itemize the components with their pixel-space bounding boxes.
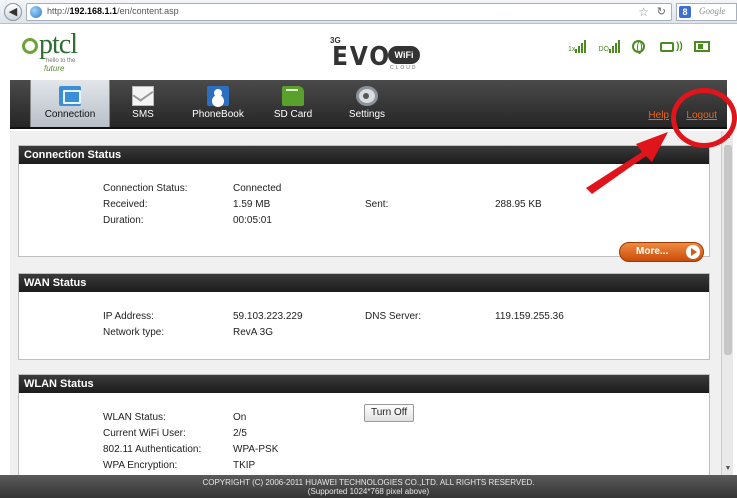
tab-label: PhoneBook <box>192 109 244 120</box>
sd-card-icon <box>282 86 304 106</box>
logo-text: ptcl <box>39 29 78 60</box>
wlan-status-label: WLAN Status: <box>103 412 166 423</box>
tab-sms[interactable]: SMS <box>103 80 183 127</box>
ptcl-logo: ptcl hello to the future <box>22 29 78 73</box>
search-box[interactable]: 8 Google <box>676 3 737 21</box>
tab-label: Settings <box>348 109 386 120</box>
encryption-value: TKIP <box>233 460 256 471</box>
ip-address-value: 59.103.223.229 <box>233 311 303 322</box>
main-nav: Connection SMS PhoneBook SD Card Setting… <box>10 80 727 129</box>
connection-status-panel: Connection Status Connection Status: Con… <box>18 145 710 262</box>
dns-server-value: 119.159.255.36 <box>495 311 564 322</box>
tab-sd-card[interactable]: SD Card <box>253 80 333 127</box>
connection-status-value: Connected <box>233 183 282 194</box>
wifi-user-value: 2/5 <box>233 428 247 439</box>
signal-do-icon: DO <box>598 40 621 53</box>
search-engine-icon: 8 <box>679 6 691 18</box>
wlan-status-value: On <box>233 412 247 423</box>
bookmark-star-icon[interactable]: ☆ <box>638 5 649 19</box>
vertical-scrollbar[interactable]: ▲ ▼ <box>721 131 733 475</box>
authentication-value: WPA-PSK <box>233 444 279 455</box>
settings-icon <box>356 86 378 106</box>
encryption-label: WPA Encryption: <box>103 460 178 471</box>
connection-status-label: Connection Status: <box>103 183 188 194</box>
tab-label: SD Card <box>273 109 313 120</box>
scroll-down-icon[interactable]: ▼ <box>722 463 734 475</box>
annotation-circle <box>671 88 737 148</box>
network-type-value: RevA 3G <box>233 327 274 338</box>
browser-toolbar: ◀ http://192.168.1.1/en/content.asp ☆ ↻ … <box>0 0 737 24</box>
internet-globe-icon <box>632 40 646 54</box>
duration-value: 00:05:01 <box>233 215 272 226</box>
tab-label: Connection <box>44 109 96 120</box>
site-globe-icon <box>30 6 42 18</box>
url-text: http://192.168.1.1/en/content.asp <box>47 6 179 16</box>
sent-label: Sent: <box>365 199 389 210</box>
authentication-label: 802.11 Authentication: <box>103 444 202 455</box>
play-arrow-icon <box>686 245 700 259</box>
connection-icon <box>59 86 81 106</box>
wifi-user-label: Current WiFi User: <box>103 428 186 439</box>
help-link[interactable]: Help <box>648 110 669 121</box>
wlan-status-panel: WLAN Status WLAN Status: On Turn Off Cur… <box>18 374 710 475</box>
reload-icon[interactable]: ↻ <box>657 5 666 18</box>
more-label: More... <box>636 246 669 257</box>
logo-sub: future <box>44 64 65 73</box>
more-button[interactable]: More... <box>619 242 704 262</box>
supported-resolution-text: (Supported 1024*768 pixel above) <box>307 487 430 496</box>
tab-settings[interactable]: Settings <box>327 80 407 127</box>
logo-o-icon <box>22 38 38 54</box>
search-placeholder: Google <box>699 6 726 16</box>
copyright-text: COPYRIGHT (C) 2006-2011 HUAWEI TECHNOLOG… <box>202 478 535 487</box>
wan-status-panel: WAN Status IP Address: 59.103.223.229 DN… <box>18 273 710 360</box>
network-type-label: Network type: <box>103 327 165 338</box>
back-arrow-icon[interactable]: ◀ <box>4 3 22 21</box>
scroll-thumb[interactable] <box>724 145 732 355</box>
address-bar[interactable]: http://192.168.1.1/en/content.asp ☆ ↻ <box>26 3 672 21</box>
status-icons: 1x DO )) <box>568 40 710 56</box>
turn-off-button[interactable]: Turn Off <box>364 404 415 422</box>
sms-icon <box>132 86 154 106</box>
wifi-wave-icon: )) <box>676 41 683 52</box>
battery-icon <box>693 41 710 52</box>
main-content: Connection Status Connection Status: Con… <box>10 131 721 475</box>
panel-title: WAN Status <box>19 274 709 292</box>
received-label: Received: <box>103 199 148 210</box>
tab-connection[interactable]: Connection <box>30 80 110 127</box>
product-wifi-badge: WiFi <box>388 46 420 64</box>
panel-title: WLAN Status <box>19 375 709 393</box>
usb-connection-icon <box>660 41 675 52</box>
phonebook-icon <box>207 86 229 106</box>
duration-label: Duration: <box>103 215 144 226</box>
received-value: 1.59 MB <box>233 199 271 210</box>
tab-phonebook[interactable]: PhoneBook <box>178 80 258 127</box>
page-footer: COPYRIGHT (C) 2006-2011 HUAWEI TECHNOLOG… <box>0 475 737 498</box>
signal-1x-icon: 1x <box>568 40 587 53</box>
sent-value: 288.95 KB <box>495 199 542 210</box>
panel-title: Connection Status <box>19 146 709 164</box>
page-header: ptcl hello to the future 3G EVO WiFi CLO… <box>0 24 737 80</box>
tab-label: SMS <box>132 109 154 120</box>
dns-server-label: DNS Server: <box>365 311 422 322</box>
product-cloud: CLOUD <box>390 65 418 71</box>
ip-address-label: IP Address: <box>103 311 154 322</box>
product-name: EVO <box>332 42 391 72</box>
